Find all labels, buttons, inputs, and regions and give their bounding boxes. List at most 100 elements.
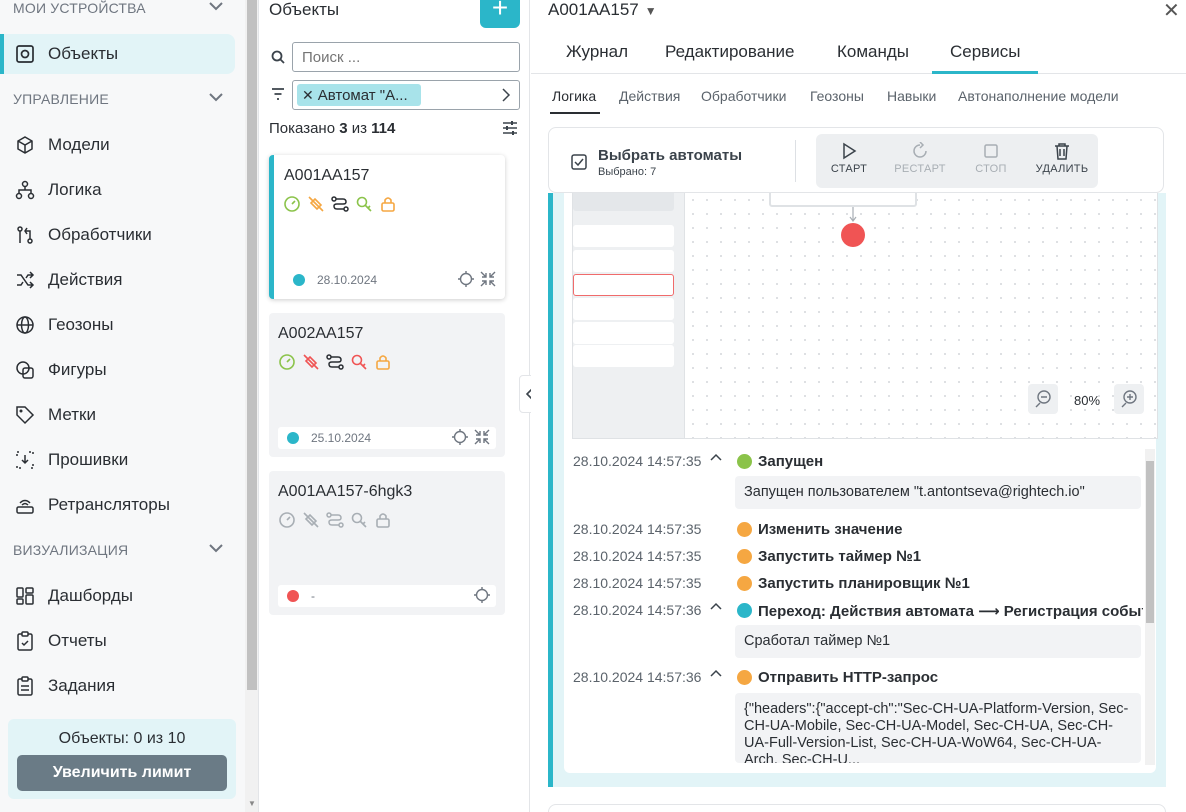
collapse-arrows-icon[interactable] <box>480 271 496 287</box>
chevron-up-icon[interactable] <box>710 453 722 461</box>
log-row[interactable]: 28.10.2024 14:57:35 Запущен <box>571 447 1143 470</box>
sidebar-scrollbar[interactable]: ▼ <box>245 0 259 812</box>
filter-chip[interactable]: ✕ Автомат "A... <box>297 84 421 106</box>
sidebar-item-shapes[interactable]: Фигуры <box>2 350 235 390</box>
list-item[interactable] <box>573 193 674 211</box>
subtab-logic[interactable]: Логика <box>552 88 596 104</box>
locate-icon[interactable] <box>452 429 468 445</box>
start-button[interactable]: СТАРТ <box>817 138 881 184</box>
sidebar-item-label: Геозоны <box>48 315 114 334</box>
zoom-in-button[interactable] <box>1114 384 1144 414</box>
select-automata-button[interactable]: Выбрать автоматы <box>598 147 742 164</box>
section-label: ВИЗУАЛИЗАЦИЯ <box>13 542 129 558</box>
shown-count: Показано 3 из 114 <box>269 120 395 137</box>
restart-button[interactable]: РЕСТАРТ <box>888 138 952 184</box>
sidebar-item-relays[interactable]: Ретрансляторы <box>2 485 235 525</box>
subtab-model-autofill[interactable]: Автонаполнение модели <box>958 88 1119 104</box>
tab-journal[interactable]: Журнал <box>566 42 628 62</box>
firmware-icon <box>16 451 34 469</box>
stop-button[interactable]: СТОП <box>959 138 1023 184</box>
tab-editing[interactable]: Редактирование <box>665 42 795 62</box>
sidebar-item-tags[interactable]: Метки <box>2 395 235 435</box>
log-row[interactable]: 28.10.2024 14:57:35 Изменить значение <box>571 515 1143 538</box>
log-row[interactable]: 28.10.2024 14:57:36 Переход: Действия ав… <box>571 596 1143 620</box>
sidebar-item-label: Логика <box>48 180 102 199</box>
sidebar-item-label: Модели <box>48 135 110 154</box>
chip-label: Автомат "A... <box>317 87 408 104</box>
object-title-dropdown[interactable]: A001AA157 ▼ <box>548 0 657 20</box>
delete-button[interactable]: УДАЛИТЬ <box>1030 138 1094 184</box>
list-item[interactable] <box>573 225 674 247</box>
filter-field[interactable]: ✕ Автомат "A... <box>292 80 520 110</box>
increase-limit-button[interactable]: Увеличить лимит <box>17 755 227 791</box>
locate-icon[interactable] <box>458 271 474 287</box>
sidebar-item-reports[interactable]: Отчеты <box>2 621 235 661</box>
sidebar-item-actions[interactable]: Действия <box>2 260 235 300</box>
log-event: Переход: Действия автомата ⟶ Регистрация… <box>758 603 1143 620</box>
chevron-down-icon[interactable] <box>208 91 224 103</box>
collapse-arrows-icon[interactable] <box>474 429 490 445</box>
scrollbar-thumb[interactable] <box>1146 461 1154 623</box>
section-my-devices[interactable]: МОИ УСТРОЙСТВА <box>13 0 223 16</box>
subtab-actions[interactable]: Действия <box>619 88 680 104</box>
log-row[interactable]: 28.10.2024 14:57:36 Отправить HTTP-запро… <box>571 663 1143 686</box>
object-card[interactable]: A002AA157 25.10.2024 <box>269 313 505 457</box>
add-object-button[interactable]: + <box>480 0 520 28</box>
sidebar-item-dashboards[interactable]: Дашборды <box>2 576 235 616</box>
chevron-down-icon[interactable] <box>208 0 224 12</box>
sidebar-item-geozones[interactable]: Геозоны <box>2 305 235 345</box>
section-visualization[interactable]: ВИЗУАЛИЗАЦИЯ <box>13 542 223 558</box>
sidebar-item-models[interactable]: Модели <box>2 125 235 165</box>
log-event: Запустить таймер №1 <box>758 548 922 565</box>
card-date: 25.10.2024 <box>311 431 372 445</box>
log-row[interactable]: 28.10.2024 14:57:35 Запустить таймер №1 <box>571 542 1143 565</box>
zoom-out-button[interactable] <box>1028 384 1058 414</box>
end-state-node[interactable] <box>841 223 865 247</box>
shown-number: 3 <box>339 120 348 137</box>
chevron-right-icon[interactable] <box>501 87 511 103</box>
log-time: 28.10.2024 14:57:36 <box>573 602 702 618</box>
logic-canvas[interactable]: 80% <box>572 193 1158 439</box>
search-input[interactable] <box>292 42 520 72</box>
sidebar-item-tasks[interactable]: Задания <box>2 666 235 706</box>
satellite-off-icon <box>303 354 319 370</box>
sidebar-item-handlers[interactable]: Обработчики <box>2 215 235 255</box>
list-item-error[interactable] <box>573 274 674 296</box>
chevron-up-icon[interactable] <box>710 602 722 610</box>
log-row[interactable]: 28.10.2024 14:57:35 Запустить планировщи… <box>571 569 1143 592</box>
chevron-down-icon[interactable] <box>208 542 224 554</box>
sidebar: МОИ УСТРОЙСТВА Объекты УПРАВЛЕНИЕ Модели… <box>0 0 245 812</box>
chevron-up-icon[interactable] <box>710 669 722 677</box>
subtab-handlers[interactable]: Обработчики <box>701 88 786 104</box>
filter-icon[interactable] <box>271 88 285 100</box>
chip-remove-icon[interactable]: ✕ <box>302 87 314 103</box>
lock-icon <box>376 355 390 370</box>
tab-services[interactable]: Сервисы <box>950 42 1020 62</box>
list-item[interactable] <box>573 345 674 367</box>
state-node[interactable] <box>769 193 917 207</box>
scroll-down-arrow-icon[interactable]: ▼ <box>248 799 256 808</box>
object-card[interactable]: A001AA157 28.10.2024 <box>269 155 505 299</box>
locate-icon[interactable] <box>474 587 490 603</box>
sidebar-item-firmware[interactable]: Прошивки <box>2 440 235 480</box>
log-scrollbar[interactable] <box>1145 449 1155 765</box>
list-item[interactable] <box>573 250 674 272</box>
subtab-skills[interactable]: Навыки <box>887 88 936 104</box>
shown-mid: из <box>351 120 367 137</box>
section-management[interactable]: УПРАВЛЕНИЕ <box>13 91 223 107</box>
list-item[interactable] <box>573 298 674 320</box>
caret-down-icon: ▼ <box>644 4 657 18</box>
close-icon[interactable]: ✕ <box>1163 0 1180 23</box>
scrollbar-thumb[interactable] <box>247 0 257 690</box>
sidebar-item-logic[interactable]: Логика <box>2 170 235 210</box>
tab-commands[interactable]: Команды <box>837 42 909 62</box>
tune-settings-icon[interactable] <box>502 120 518 136</box>
main-tabs: Журнал Редактирование Команды Сервисы <box>531 33 1186 74</box>
sidebar-item-objects[interactable]: Объекты <box>0 34 235 74</box>
object-card[interactable]: A001AA157-6hgk3 - <box>269 471 505 615</box>
subtab-geozones[interactable]: Геозоны <box>810 88 864 104</box>
route-icon <box>326 512 344 528</box>
checkbox-icon[interactable] <box>571 154 587 170</box>
log-time: 28.10.2024 14:57:35 <box>573 548 702 564</box>
list-item[interactable] <box>573 322 674 344</box>
